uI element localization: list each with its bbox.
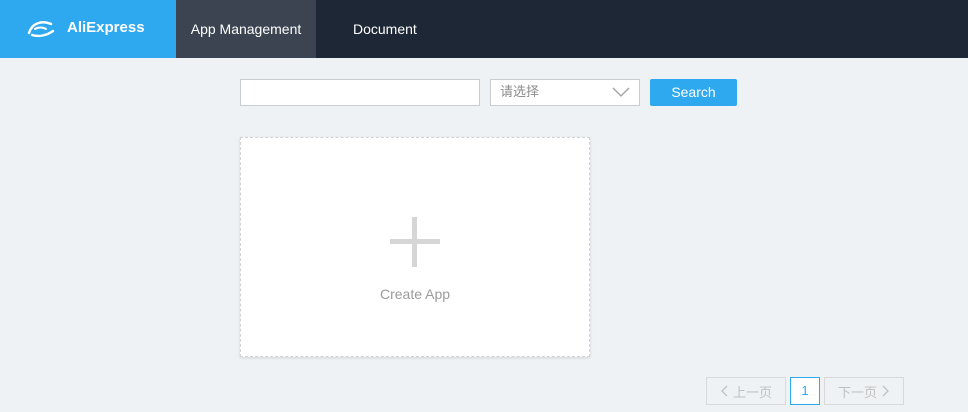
brand[interactable]: AliExpress <box>0 0 176 58</box>
create-app-label: Create App <box>379 286 451 302</box>
nav-app-management[interactable]: App Management <box>176 0 316 58</box>
nav-document[interactable]: Document <box>353 0 417 58</box>
aliexpress-logo-icon <box>27 21 55 38</box>
search-input[interactable] <box>240 79 480 106</box>
next-label: 下一页 <box>837 385 877 401</box>
chevron-right-icon <box>882 385 889 397</box>
category-select[interactable]: 请选择 <box>490 79 640 106</box>
pagination-next-button[interactable]: 下一页 <box>824 377 904 405</box>
pagination-page-1[interactable]: 1 <box>790 377 820 405</box>
brand-name: AliExpress <box>67 19 145 36</box>
top-navigation-bar: AliExpress App Management Document <box>0 0 968 58</box>
chevron-left-icon <box>721 385 728 397</box>
create-app-card[interactable]: Create App <box>240 137 590 357</box>
prev-label: 上一页 <box>732 385 772 401</box>
search-button[interactable]: Search <box>650 79 737 106</box>
select-value: 请选择 <box>500 85 540 100</box>
plus-icon <box>390 217 440 267</box>
chevron-down-icon <box>612 87 630 97</box>
pagination-prev-button[interactable]: 上一页 <box>706 377 786 405</box>
